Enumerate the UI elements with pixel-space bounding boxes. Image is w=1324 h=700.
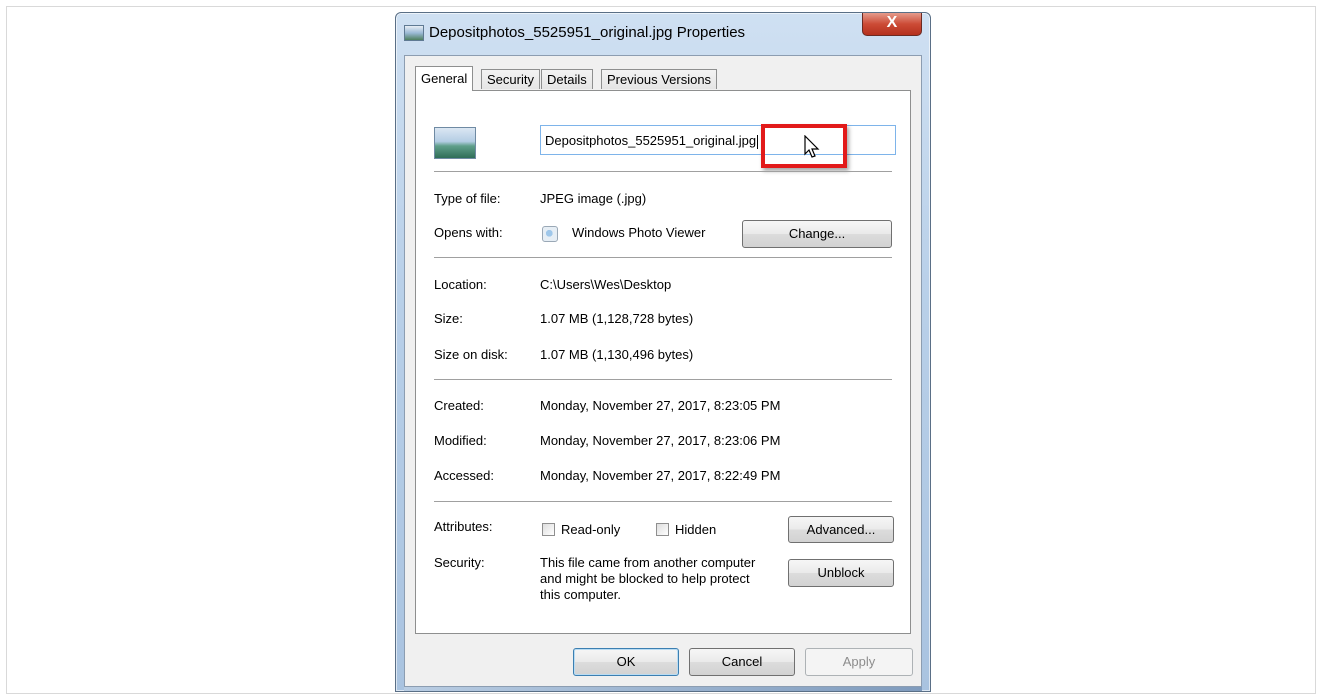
- separator: [434, 257, 892, 258]
- opens-with-value: Windows Photo Viewer: [572, 225, 706, 240]
- modified-label: Modified:: [434, 433, 487, 448]
- ok-button[interactable]: OK: [573, 648, 679, 676]
- read-only-checkbox[interactable]: [542, 523, 555, 536]
- close-icon: X: [886, 14, 898, 31]
- dialog-client-area: General Security Details Previous Versio…: [404, 55, 922, 687]
- hidden-label[interactable]: Hidden: [675, 522, 716, 537]
- hidden-checkbox[interactable]: [656, 523, 669, 536]
- opens-with-label: Opens with:: [434, 225, 503, 240]
- accessed-label: Accessed:: [434, 468, 494, 483]
- close-button[interactable]: X: [862, 13, 922, 36]
- text-caret: [757, 134, 759, 149]
- title-bar[interactable]: Depositphotos_5525951_original.jpg Prope…: [396, 13, 930, 53]
- properties-dialog: Depositphotos_5525951_original.jpg Prope…: [395, 12, 931, 692]
- size-value: 1.07 MB (1,128,728 bytes): [540, 311, 694, 326]
- jpeg-image-icon: [434, 127, 476, 159]
- attributes-label: Attributes:: [434, 519, 493, 534]
- security-label: Security:: [434, 555, 485, 570]
- size-on-disk-label: Size on disk:: [434, 347, 508, 362]
- created-value: Monday, November 27, 2017, 8:23:05 PM: [540, 398, 781, 413]
- modified-value: Monday, November 27, 2017, 8:23:06 PM: [540, 433, 781, 448]
- window-title: Depositphotos_5525951_original.jpg Prope…: [429, 24, 746, 41]
- mouse-cursor-icon: [804, 135, 820, 158]
- tab-general[interactable]: General: [415, 66, 474, 91]
- file-name-text: Depositphotos_5525951_original.: [545, 133, 739, 148]
- separator: [434, 501, 892, 502]
- read-only-label[interactable]: Read-only: [561, 522, 620, 537]
- unblock-button[interactable]: Unblock: [788, 559, 894, 587]
- location-label: Location:: [434, 277, 487, 292]
- separator: [434, 379, 892, 380]
- cancel-button[interactable]: Cancel: [689, 648, 795, 676]
- change-button[interactable]: Change...: [742, 220, 892, 248]
- location-value: C:\Users\Wes\Desktop: [540, 277, 672, 292]
- type-of-file-value: JPEG image (.jpg): [540, 191, 647, 206]
- photo-viewer-icon: [542, 226, 558, 242]
- created-label: Created:: [434, 398, 484, 413]
- image-file-icon: [404, 25, 424, 41]
- window-bottom-edge: [404, 687, 922, 691]
- size-label: Size:: [434, 311, 463, 326]
- advanced-button[interactable]: Advanced...: [788, 516, 894, 543]
- type-of-file-label: Type of file:: [434, 191, 501, 206]
- tab-details[interactable]: Details: [541, 69, 593, 89]
- tab-security[interactable]: Security: [481, 69, 540, 89]
- tab-previous-versions[interactable]: Previous Versions: [601, 69, 718, 89]
- security-text-line: this computer.: [540, 587, 621, 602]
- security-text-line: This file came from another computer: [540, 555, 756, 570]
- accessed-value: Monday, November 27, 2017, 8:22:49 PM: [540, 468, 781, 483]
- file-extension-text: jpg: [738, 133, 757, 148]
- separator: [434, 171, 892, 172]
- apply-button[interactable]: Apply: [805, 648, 913, 676]
- security-text-line: and might be blocked to help protect: [540, 571, 750, 586]
- size-on-disk-value: 1.07 MB (1,130,496 bytes): [540, 347, 694, 362]
- general-tab-panel: Depositphotos_5525951_original.jpg Type …: [415, 90, 911, 634]
